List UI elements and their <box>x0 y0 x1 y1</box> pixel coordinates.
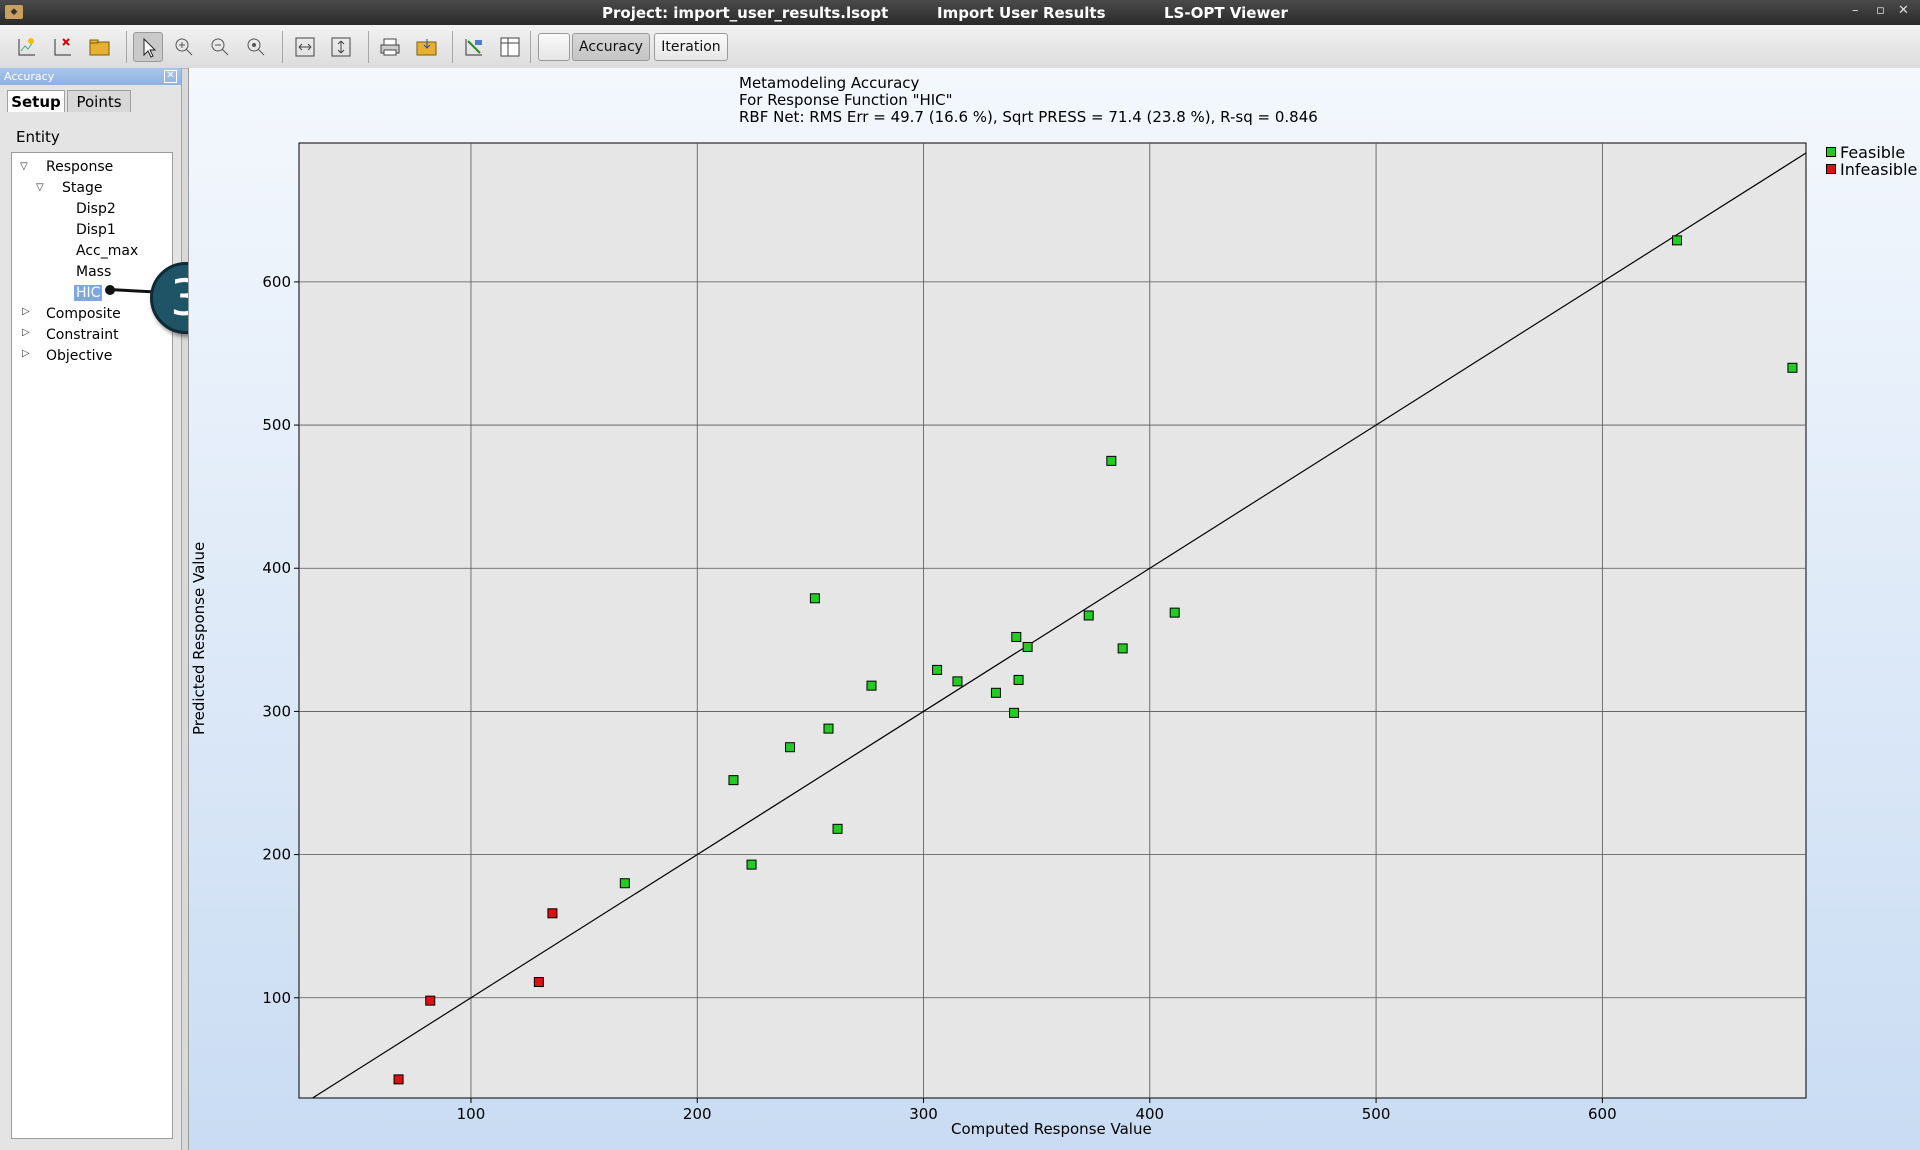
data-point-feasible <box>1672 235 1683 246</box>
data-point-feasible <box>1011 631 1022 642</box>
data-point-feasible <box>1787 362 1798 373</box>
x-axis-label: Computed Response Value <box>951 1120 1152 1138</box>
legend-label-infeasible: Infeasible <box>1840 160 1918 179</box>
data-point-feasible <box>1117 643 1128 654</box>
data-point-feasible <box>990 687 1001 698</box>
data-point-feasible <box>1169 607 1180 618</box>
plot-background <box>298 142 1807 1099</box>
data-point-feasible <box>866 680 877 691</box>
x-tick-label: 200 <box>683 1105 712 1123</box>
y-tick-label: 500 <box>262 416 291 434</box>
data-point-infeasible <box>547 908 558 919</box>
legend-swatch-infeasible <box>1826 164 1836 174</box>
data-point-feasible <box>809 593 820 604</box>
scatter-chart[interactable]: 100 200 300 400 500 600100200300400500600 <box>0 0 1920 1150</box>
y-tick-label: 600 <box>262 273 291 291</box>
data-point-feasible <box>952 676 963 687</box>
data-point-feasible <box>932 664 943 675</box>
data-point-infeasible <box>425 995 436 1006</box>
data-point-feasible <box>1013 674 1024 685</box>
data-point-feasible <box>619 878 630 889</box>
data-point-infeasible <box>393 1074 404 1085</box>
x-tick-label: 100 <box>457 1105 486 1123</box>
data-point-feasible <box>1009 707 1020 718</box>
y-tick-label: 300 <box>262 702 291 720</box>
legend-swatch-feasible <box>1826 147 1836 157</box>
data-point-infeasible <box>533 977 544 988</box>
x-tick-label: 600 <box>1588 1105 1617 1123</box>
y-tick-label: 400 <box>262 559 291 577</box>
data-point-feasible <box>728 775 739 786</box>
data-point-feasible <box>1106 455 1117 466</box>
data-point-feasible <box>746 859 757 870</box>
y-tick-label: 200 <box>262 846 291 864</box>
data-point-feasible <box>832 823 843 834</box>
y-tick-label: 100 <box>262 989 291 1007</box>
data-point-feasible <box>785 742 796 753</box>
data-point-feasible <box>823 723 834 734</box>
x-tick-label: 300 <box>909 1105 938 1123</box>
y-axis-label: Predicted Response Value <box>190 541 208 735</box>
data-point-feasible <box>1022 641 1033 652</box>
x-tick-label: 500 <box>1362 1105 1391 1123</box>
data-point-feasible <box>1083 610 1094 621</box>
